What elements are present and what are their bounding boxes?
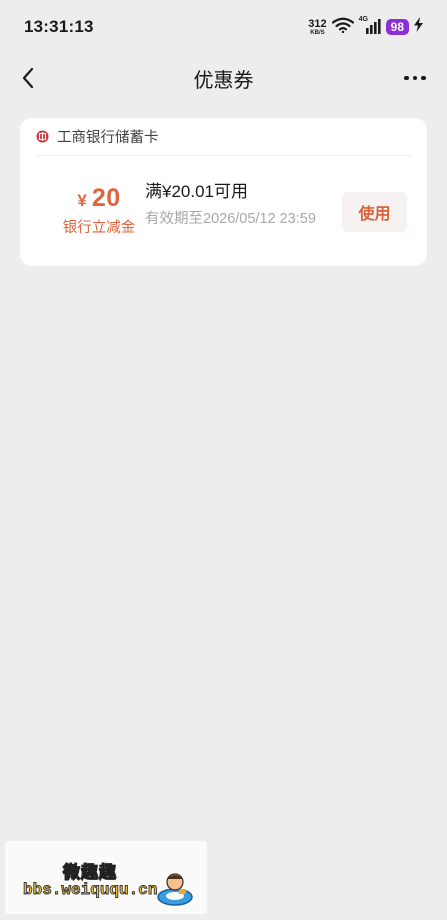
- bank-card-name: 工商银行储蓄卡: [57, 130, 159, 146]
- more-dot: [412, 75, 418, 81]
- chevron-left-icon: [22, 67, 34, 89]
- back-button[interactable]: [14, 64, 42, 92]
- status-time: 13:31:13: [24, 17, 94, 36]
- net-speed: 312 KB/S: [308, 17, 327, 36]
- use-coupon-button[interactable]: 使用: [342, 192, 407, 232]
- nav-bar: 优惠券: [0, 54, 447, 102]
- charging-icon: [414, 17, 423, 37]
- mascot-icon: [157, 873, 193, 906]
- coupon-amount-block: ¥ 20 银行立减金: [40, 184, 158, 237]
- page-title: 优惠券: [193, 69, 254, 92]
- status-indicators: 312 KB/S 4G 98: [308, 16, 423, 38]
- more-dot: [421, 75, 426, 81]
- coupon-amount-row: ¥ 20: [77, 184, 120, 213]
- watermark-url: bbs.weiququ.cn: [23, 881, 158, 900]
- coupon-condition-block: 满¥20.01可用 有效期至2026/05/12 23:59: [145, 177, 320, 229]
- coupon-condition: 满¥20.01可用: [145, 182, 248, 201]
- coupon-amount: 20: [91, 184, 121, 212]
- more-button[interactable]: [401, 64, 429, 92]
- currency-symbol: ¥: [77, 191, 87, 210]
- bank-logo-icon: [36, 130, 49, 143]
- signal-icon: 4G: [359, 16, 381, 35]
- watermark-title: 微趣趣: [62, 862, 117, 882]
- status-bar: 13:31:13 312 KB/S 4G 98: [0, 0, 447, 54]
- coupon-validity: 有效期至2026/05/12 23:59: [145, 211, 316, 227]
- coupon-card-header: 工商银行储蓄卡: [36, 118, 411, 156]
- battery-badge: 98: [385, 19, 409, 35]
- more-dots-icon: [404, 75, 409, 81]
- watermark: 微趣趣 bbs.weiququ.cn: [5, 841, 207, 914]
- coupon-amount-label: 银行立减金: [62, 220, 136, 236]
- coupon-card: 工商银行储蓄卡 ¥ 20 银行立减金 满¥20.01可用 有效期至2026/05…: [20, 118, 427, 266]
- wifi-icon: [331, 17, 354, 38]
- net-speed-value: 312: [308, 17, 327, 30]
- net-speed-unit: KB/S: [310, 29, 325, 36]
